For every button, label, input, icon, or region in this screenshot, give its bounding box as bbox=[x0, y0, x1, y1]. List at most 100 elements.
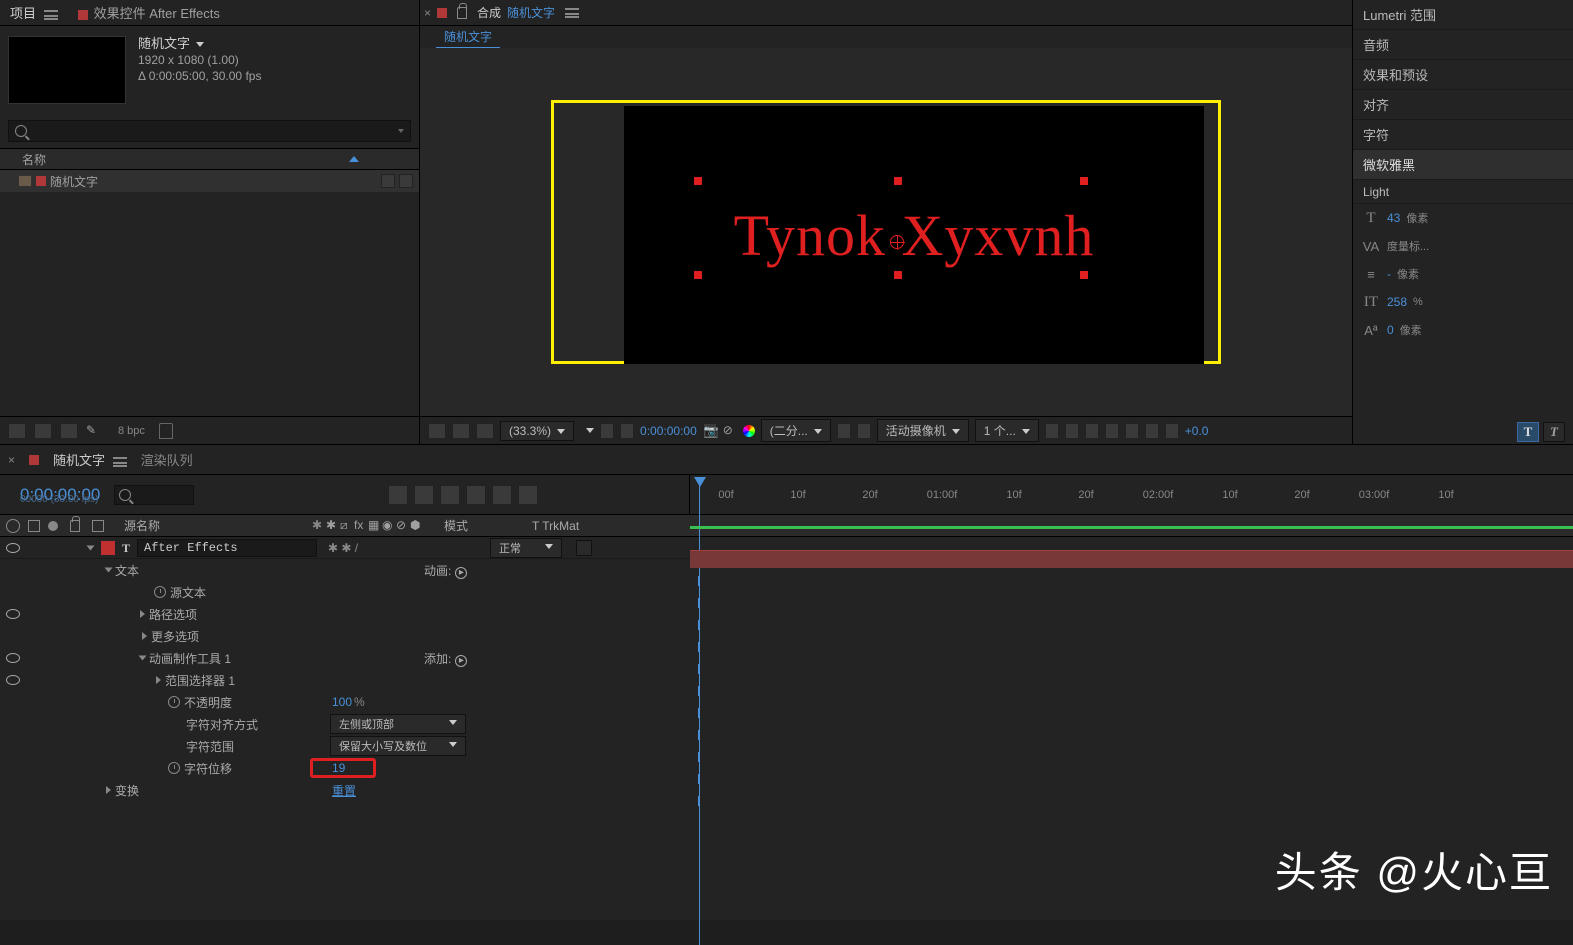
panel-character[interactable]: 字符 bbox=[1353, 120, 1573, 150]
stopwatch-icon[interactable] bbox=[168, 696, 180, 708]
item-flag-icon[interactable] bbox=[399, 174, 413, 188]
expand-icon[interactable] bbox=[156, 676, 161, 684]
tab-effect-controls[interactable]: 效果控件 After Effects bbox=[68, 0, 230, 26]
roi-icon[interactable] bbox=[837, 423, 851, 439]
project-item-composition[interactable]: 随机文字 bbox=[0, 170, 419, 192]
view-icon[interactable] bbox=[1065, 423, 1079, 439]
mode-header[interactable]: 模式 bbox=[444, 517, 468, 534]
text-layer-preview[interactable]: Tynok Xyxvnh bbox=[734, 202, 1095, 269]
selection-handle[interactable] bbox=[894, 271, 902, 279]
ruler-tick[interactable]: 02:00f bbox=[1122, 489, 1194, 501]
snapshot-icon[interactable]: 📷 bbox=[703, 423, 717, 439]
panel-align[interactable]: 对齐 bbox=[1353, 90, 1573, 120]
panel-audio[interactable]: 音频 bbox=[1353, 30, 1573, 60]
camera-select[interactable]: 活动摄像机 bbox=[877, 419, 969, 442]
layer-row[interactable]: T After Effects ✱ ✱ / 正常 bbox=[0, 537, 1573, 559]
project-settings-icon[interactable]: ✎ bbox=[86, 423, 104, 439]
timeline-icon[interactable] bbox=[1145, 423, 1159, 439]
draft3d-icon[interactable] bbox=[414, 485, 434, 505]
pixel-aspect-icon[interactable] bbox=[1105, 423, 1119, 439]
flowchart-tab[interactable]: 随机文字 bbox=[436, 26, 500, 49]
visibility-toggle[interactable] bbox=[6, 653, 20, 663]
fast-preview-icon[interactable] bbox=[1125, 423, 1139, 439]
expand-icon[interactable] bbox=[142, 632, 147, 640]
layer-name-input[interactable]: After Effects bbox=[137, 539, 317, 557]
baseline-value[interactable]: 0 bbox=[1387, 323, 1394, 337]
video-column-icon[interactable] bbox=[6, 519, 20, 533]
ruler-tick[interactable]: 20f bbox=[1266, 489, 1338, 501]
visibility-toggle[interactable] bbox=[6, 543, 20, 553]
dropdown-icon[interactable] bbox=[196, 42, 204, 47]
trkmat-header[interactable]: T TrkMat bbox=[532, 519, 579, 533]
color-mgmt-icon[interactable] bbox=[743, 425, 755, 437]
lock-column-icon[interactable] bbox=[70, 520, 80, 532]
selection-handle[interactable] bbox=[894, 177, 902, 185]
bold-button[interactable]: T bbox=[1517, 422, 1539, 442]
viewer-timecode[interactable]: 0:00:00:00 bbox=[640, 424, 697, 438]
project-column-header[interactable]: 名称 bbox=[0, 148, 419, 170]
exposure-value[interactable]: +0.0 bbox=[1185, 424, 1209, 438]
solo-column-icon[interactable] bbox=[48, 521, 58, 531]
zoom-select[interactable]: (33.3%) bbox=[500, 421, 574, 441]
vscale-value[interactable]: 258 bbox=[1387, 295, 1407, 309]
ruler-tick[interactable]: 01:00f bbox=[906, 489, 978, 501]
animate-menu-button[interactable]: ▸ bbox=[455, 567, 467, 579]
trkmat-select[interactable] bbox=[576, 540, 592, 556]
blend-mode-select[interactable]: 正常 bbox=[490, 538, 562, 558]
source-name-header[interactable]: 源名称 bbox=[124, 517, 160, 534]
italic-button[interactable]: T bbox=[1543, 422, 1565, 442]
ruler-tick[interactable]: 10f bbox=[762, 489, 834, 501]
add-menu-button[interactable]: ▸ bbox=[455, 655, 467, 667]
channel-icon[interactable]: ⊘ bbox=[723, 423, 737, 439]
item-flag-icon[interactable] bbox=[381, 174, 395, 188]
toggle-3d-icon[interactable] bbox=[476, 423, 494, 439]
label-color[interactable] bbox=[101, 541, 115, 555]
leading-value[interactable]: - bbox=[1387, 267, 1391, 281]
lock-icon[interactable] bbox=[457, 7, 467, 19]
view-icon[interactable] bbox=[1085, 423, 1099, 439]
stopwatch-icon[interactable] bbox=[168, 762, 180, 774]
composition-thumbnail[interactable] bbox=[8, 36, 126, 104]
ruler-tick[interactable]: 20f bbox=[1050, 489, 1122, 501]
ruler-tick[interactable]: 20f bbox=[834, 489, 906, 501]
visibility-toggle[interactable] bbox=[6, 675, 20, 685]
close-tab-icon[interactable]: × bbox=[8, 453, 15, 467]
anchor-point-icon[interactable] bbox=[890, 235, 904, 249]
graph-editor-icon[interactable] bbox=[518, 485, 538, 505]
timeline-search-input[interactable] bbox=[114, 485, 194, 505]
resolution-select[interactable]: (二分... bbox=[761, 419, 831, 442]
visibility-toggle[interactable] bbox=[6, 609, 20, 619]
time-ruler[interactable]: 00f10f20f01:00f10f20f02:00f10f20f03:00f1… bbox=[690, 475, 1573, 514]
transparency-icon[interactable] bbox=[857, 423, 871, 439]
new-folder-icon[interactable] bbox=[34, 423, 52, 439]
ruler-tick[interactable]: 00f bbox=[690, 489, 762, 501]
view-icon[interactable] bbox=[1045, 423, 1059, 439]
grid-icon[interactable] bbox=[600, 423, 614, 439]
font-style-select[interactable]: Light bbox=[1353, 180, 1573, 204]
expand-icon[interactable] bbox=[106, 786, 111, 794]
expand-icon[interactable] bbox=[105, 568, 113, 573]
stopwatch-icon[interactable] bbox=[154, 586, 166, 598]
new-comp-icon[interactable] bbox=[60, 423, 78, 439]
ruler-tick[interactable]: 03:00f bbox=[1338, 489, 1410, 501]
selection-handle[interactable] bbox=[1080, 177, 1088, 185]
motion-blur-icon[interactable] bbox=[492, 485, 512, 505]
kerning-value[interactable]: 度量标... bbox=[1387, 238, 1429, 254]
comp-tab-name[interactable]: 随机文字 bbox=[507, 4, 555, 21]
char-align-select[interactable]: 左侧或顶部 bbox=[330, 714, 466, 734]
reset-link[interactable]: 重置 bbox=[332, 782, 356, 799]
comp-mini-flowchart-icon[interactable] bbox=[388, 485, 408, 505]
panel-menu-icon[interactable] bbox=[565, 8, 579, 18]
timeline-tab[interactable]: 随机文字 bbox=[53, 450, 127, 469]
ruler-tick[interactable]: 10f bbox=[1410, 489, 1482, 501]
font-family-select[interactable]: 微软雅黑 bbox=[1353, 150, 1573, 180]
char-range-select[interactable]: 保留大小写及数位 bbox=[330, 736, 466, 756]
color-depth-button[interactable]: 8 bpc bbox=[112, 425, 151, 437]
views-select[interactable]: 1 个... bbox=[975, 419, 1039, 442]
layer-duration-bar[interactable] bbox=[690, 550, 1573, 568]
panel-lumetri[interactable]: Lumetri 范围 bbox=[1353, 0, 1573, 30]
playhead-icon[interactable] bbox=[694, 477, 706, 487]
composition-viewer[interactable]: Tynok Xyxvnh bbox=[420, 48, 1352, 416]
ruler-tick[interactable]: 10f bbox=[1194, 489, 1266, 501]
expand-icon[interactable] bbox=[139, 656, 147, 661]
